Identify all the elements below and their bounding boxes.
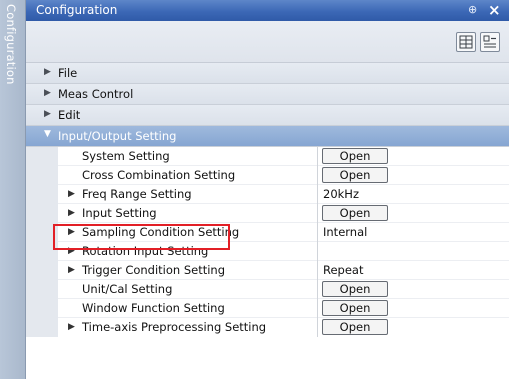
row-window-function-setting: Window Function Setting Open: [26, 299, 509, 318]
category-meas-control[interactable]: ▶ Meas Control: [26, 84, 509, 105]
input-setting-highlight-box: [53, 224, 230, 250]
property-value-cell: Open: [317, 299, 509, 318]
property-value-cell[interactable]: [317, 242, 509, 261]
open-button[interactable]: Open: [322, 167, 388, 183]
category-label: Input/Output Setting: [58, 129, 177, 143]
property-view-icon[interactable]: [480, 32, 500, 52]
row-system-setting: System Setting Open: [26, 147, 509, 166]
panel-title: Configuration: [36, 3, 118, 17]
category-label: Edit: [58, 108, 81, 122]
row-input-setting: ▶ Input Setting Open: [26, 204, 509, 223]
expand-arrow-icon[interactable]: ▶: [44, 67, 51, 77]
category-input-output-setting[interactable]: ▼ Input/Output Setting: [26, 126, 509, 147]
property-value: Internal: [323, 225, 368, 239]
row-freq-range-setting: ▶ Freq Range Setting 20kHz: [26, 185, 509, 204]
property-name: Window Function Setting: [82, 301, 225, 315]
property-name: Freq Range Setting: [82, 187, 192, 201]
property-value-cell: Open: [317, 318, 509, 337]
category-label: File: [58, 66, 78, 80]
row-gutter: [26, 318, 58, 337]
property-name: Cross Combination Setting: [82, 168, 236, 182]
property-name: Time-axis Preprocessing Setting: [82, 320, 267, 334]
property-value-cell[interactable]: Repeat: [317, 261, 509, 280]
property-name: System Setting: [82, 149, 170, 163]
row-gutter: [26, 204, 58, 223]
row-gutter: [26, 261, 58, 280]
expand-arrow-icon[interactable]: ▶: [68, 189, 75, 199]
row-gutter: [26, 147, 58, 166]
property-name: Unit/Cal Setting: [82, 282, 173, 296]
property-name: Input Setting: [82, 206, 157, 220]
open-button[interactable]: Open: [322, 300, 388, 316]
expand-arrow-icon[interactable]: ▶: [68, 322, 75, 332]
categorized-grid-icon[interactable]: [456, 32, 476, 52]
property-value: 20kHz: [323, 187, 359, 201]
expand-arrow-icon[interactable]: ▶: [44, 88, 51, 98]
row-time-axis-preprocessing-setting: ▶ Time-axis Preprocessing Setting Open: [26, 318, 509, 337]
property-value-cell[interactable]: 20kHz: [317, 185, 509, 204]
pin-icon[interactable]: ⊕: [468, 3, 477, 16]
expand-arrow-icon[interactable]: ▶: [44, 109, 51, 119]
property-value-cell[interactable]: Internal: [317, 223, 509, 242]
open-button[interactable]: Open: [322, 148, 388, 164]
open-button[interactable]: Open: [322, 205, 388, 221]
collapse-arrow-icon[interactable]: ▼: [44, 129, 51, 139]
property-value-cell: Open: [317, 204, 509, 223]
property-value: Repeat: [323, 263, 364, 277]
category-edit[interactable]: ▶ Edit: [26, 105, 509, 126]
configuration-panel: Configuration ⊕ × ▶ File ▶ Meas Control …: [26, 0, 509, 379]
open-button[interactable]: Open: [322, 319, 388, 335]
configuration-side-tab[interactable]: Configuration: [0, 0, 26, 379]
row-gutter: [26, 185, 58, 204]
close-icon[interactable]: ×: [488, 1, 501, 19]
row-gutter: [26, 280, 58, 299]
expand-arrow-icon[interactable]: ▶: [68, 208, 75, 218]
property-name: Trigger Condition Setting: [82, 263, 226, 277]
panel-toolbar: [26, 21, 509, 63]
row-cross-combination-setting: Cross Combination Setting Open: [26, 166, 509, 185]
property-value-cell: Open: [317, 280, 509, 299]
property-value-cell: Open: [317, 147, 509, 166]
property-value-cell: Open: [317, 166, 509, 185]
row-trigger-condition-setting: ▶ Trigger Condition Setting Repeat: [26, 261, 509, 280]
panel-titlebar: Configuration ⊕ ×: [26, 0, 509, 21]
property-list: ▶ File ▶ Meas Control ▶ Edit ▼ Input/Out…: [26, 63, 509, 337]
expand-arrow-icon[interactable]: ▶: [68, 265, 75, 275]
category-label: Meas Control: [58, 87, 134, 101]
side-tab-label: Configuration: [4, 4, 18, 85]
row-unit-cal-setting: Unit/Cal Setting Open: [26, 280, 509, 299]
category-file[interactable]: ▶ File: [26, 63, 509, 84]
row-gutter: [26, 166, 58, 185]
row-gutter: [26, 299, 58, 318]
open-button[interactable]: Open: [322, 281, 388, 297]
